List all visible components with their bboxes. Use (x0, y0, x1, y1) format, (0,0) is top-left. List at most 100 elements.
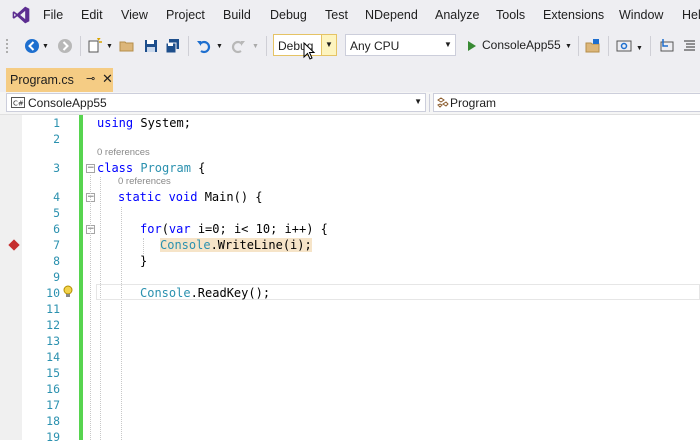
codelens-references[interactable]: 0 references (97, 147, 150, 158)
back-navigation-icon[interactable] (24, 38, 40, 54)
code-editor[interactable]: 1 2 3 4 5 6 7 8 9 10 11 12 13 14 15 16 1… (0, 115, 700, 444)
run-target-label[interactable]: ConsoleApp55 (482, 38, 561, 54)
save-all-icon[interactable] (165, 38, 181, 54)
menu-ndepend[interactable]: NDepend (365, 8, 418, 22)
line-number: 18 (46, 414, 60, 428)
chevron-down-icon[interactable]: ▼ (441, 35, 455, 55)
breakpoint-margin[interactable] (0, 115, 22, 440)
type-name: Console (160, 238, 211, 252)
code-text: i=0; i< 10; i++) { (190, 222, 328, 236)
forward-navigation-icon[interactable] (57, 38, 73, 54)
code-line-8[interactable]: } (140, 254, 147, 268)
project-name: ConsoleApp55 (28, 96, 107, 110)
new-item-dropdown-icon[interactable]: ▼ (106, 43, 113, 59)
solution-platform-dropdown[interactable]: Any CPU ▼ (345, 34, 456, 56)
menu-view[interactable]: View (121, 8, 148, 22)
line-number: 4 (53, 190, 60, 204)
browse-folder-icon[interactable] (585, 38, 601, 54)
line-number: 2 (53, 132, 60, 146)
code-text: { (190, 161, 206, 175)
toolbar-separator (608, 36, 609, 56)
code-line-6[interactable]: for(var i=0; i< 10; i++) { (140, 222, 328, 236)
collapse-icon[interactable]: − (86, 164, 95, 173)
type-name: Program (450, 96, 497, 110)
close-icon[interactable]: ✕ (102, 71, 113, 87)
outline-guide (90, 175, 91, 440)
line-number: 11 (46, 302, 60, 316)
code-line-3[interactable]: class Program { (97, 161, 205, 175)
change-tracking-bar (79, 115, 83, 440)
comment-lines-icon[interactable] (681, 38, 697, 54)
line-number: 13 (46, 334, 60, 348)
toolbar-separator (650, 36, 651, 56)
line-number: 9 (53, 270, 60, 284)
type-dropdown[interactable]: Program (433, 93, 700, 112)
redo-dropdown-icon[interactable]: ▼ (252, 43, 259, 59)
screen-toggle-icon[interactable] (616, 38, 632, 54)
line-number: 8 (53, 254, 60, 268)
redo-icon[interactable] (230, 38, 246, 54)
run-target-dropdown-icon[interactable]: ▼ (565, 43, 572, 59)
class-icon (437, 97, 449, 108)
csharp-project-icon: C# (11, 97, 25, 108)
line-number: 7 (53, 238, 60, 252)
menu-project[interactable]: Project (166, 8, 205, 22)
navbar-divider (429, 94, 430, 112)
visual-studio-logo-icon (12, 6, 30, 24)
menu-analyze[interactable]: Analyze (435, 8, 479, 22)
code-line-10[interactable]: Console.ReadKey(); (140, 286, 270, 300)
chevron-down-icon[interactable]: ▼ (414, 97, 422, 106)
line-number: 12 (46, 318, 60, 332)
line-number: 3 (53, 161, 60, 175)
undo-dropdown-icon[interactable]: ▼ (216, 43, 223, 59)
toolbar-separator (80, 36, 81, 56)
menu-extensions[interactable]: Extensions (543, 8, 604, 22)
toolbar-gripper-icon (6, 39, 8, 53)
back-dropdown-arrow-icon[interactable]: ▼ (42, 43, 49, 59)
menu-debug[interactable]: Debug (270, 8, 307, 22)
save-icon[interactable] (143, 38, 159, 54)
tab-program-cs[interactable]: Program.cs ⊸ ✕ (6, 68, 113, 92)
line-number: 19 (46, 430, 60, 444)
lightbulb-icon[interactable] (62, 285, 74, 299)
code-line-4[interactable]: static void Main() { (118, 190, 263, 204)
menu-file[interactable]: File (43, 8, 63, 22)
line-number: 1 (53, 116, 60, 130)
platform-value: Any CPU (350, 39, 400, 53)
toolbar-separator (188, 36, 189, 56)
type-name: Program (140, 161, 191, 175)
svg-text:C#: C# (13, 100, 24, 108)
start-debugging-icon[interactable] (466, 38, 478, 54)
menu-edit[interactable]: Edit (81, 8, 103, 22)
indent-guide (121, 207, 122, 440)
code-line-1[interactable]: using System; (97, 116, 191, 130)
breakpoint-highlight: Console.WriteLine(i); (160, 238, 312, 252)
codelens-references[interactable]: 0 references (118, 176, 171, 187)
toolbar: ▼ ▼ ▼ ▼ Debug ▼ Any CPU ▼ ConsoleApp55 ▼ (0, 30, 700, 62)
menu-window[interactable]: Window (619, 8, 663, 22)
type-name: Console (140, 286, 191, 300)
navigation-bar: C# ConsoleApp55 ▼ Program (0, 92, 700, 115)
line-number: 14 (46, 350, 60, 364)
keyword: using (97, 116, 134, 130)
keyword: var (168, 222, 191, 236)
screen-dropdown-icon[interactable]: ▼ (636, 45, 643, 61)
keyword: for (140, 222, 162, 236)
code-text: System; (133, 116, 191, 130)
menu-build[interactable]: Build (223, 8, 251, 22)
undo-icon[interactable] (196, 38, 212, 54)
open-folder-icon[interactable] (119, 38, 135, 54)
menu-help[interactable]: Help (682, 8, 700, 22)
step-into-icon[interactable] (659, 38, 675, 54)
code-text: Main() { (197, 190, 263, 204)
project-dropdown[interactable]: C# ConsoleApp55 ▼ (6, 93, 426, 112)
new-item-icon[interactable] (87, 38, 103, 54)
code-text: .ReadKey(); (190, 286, 271, 300)
menu-tools[interactable]: Tools (496, 8, 525, 22)
menu-bar: File Edit View Project Build Debug Test … (0, 0, 700, 30)
code-line-7[interactable]: Console.WriteLine(i); (160, 238, 312, 252)
menu-test[interactable]: Test (325, 8, 348, 22)
pin-icon[interactable]: ⊸ (86, 72, 95, 85)
chevron-down-icon[interactable]: ▼ (321, 35, 336, 55)
keyword: class (97, 161, 134, 175)
